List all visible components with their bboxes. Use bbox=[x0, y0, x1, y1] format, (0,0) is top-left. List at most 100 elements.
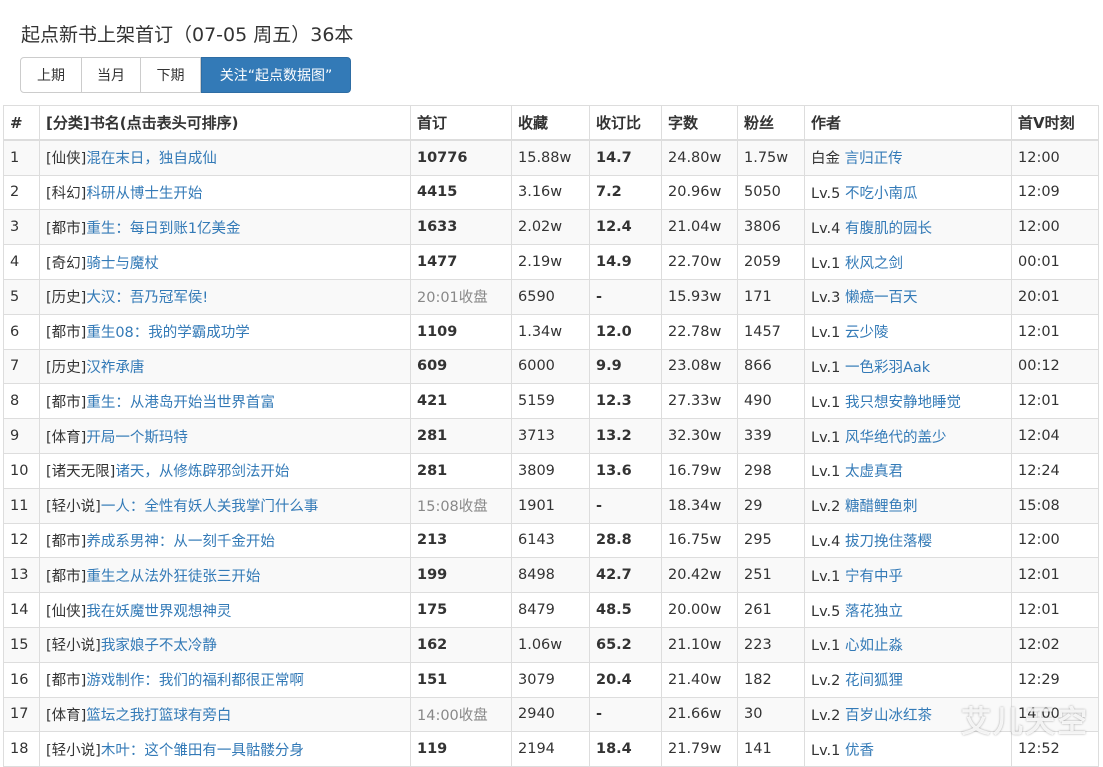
book-category: [体育] bbox=[46, 429, 87, 446]
fans-value: 298 bbox=[737, 452, 805, 489]
author-link[interactable]: 糖醋鲤鱼刺 bbox=[845, 499, 918, 515]
word-count-value: 27.33w bbox=[661, 383, 738, 420]
book-title-link[interactable]: 游戏制作：我们的福利都很正常啊 bbox=[86, 673, 304, 689]
table-row: 8 [都市]重生：从港岛开始当世界首富 421 5159 12.3 27.33w 490 Lv… bbox=[3, 383, 1099, 420]
book-title-link[interactable]: 重生08：我的学霸成功学 bbox=[86, 325, 249, 341]
next-period-button[interactable]: 下期 bbox=[140, 57, 201, 93]
table-header-col-words[interactable]: 字数 bbox=[661, 105, 738, 142]
author-link[interactable]: 一色彩羽Aak bbox=[845, 360, 930, 376]
first-sub-value: 119 bbox=[410, 731, 512, 767]
favorites-value: 1901 bbox=[511, 487, 590, 524]
book-title-link[interactable]: 诸天，从修炼辟邪剑法开始 bbox=[115, 464, 289, 480]
table-row: 11 [轻小说]一人：全性有妖人关我掌门什么事 15:08收盘 1901-18.34w… bbox=[3, 487, 1099, 524]
author-link[interactable]: 我只想安静地睡觉 bbox=[845, 395, 961, 411]
first-vip-time-value: 12:09 bbox=[1011, 174, 1099, 211]
row-number: 16 bbox=[3, 661, 40, 698]
first-sub-value: 4415 bbox=[410, 174, 512, 211]
first-vip-time-value: 00:01 bbox=[1011, 244, 1099, 280]
book-cell: [历史]汉祚承唐 bbox=[39, 348, 411, 385]
table-header-col-author[interactable]: 作者 bbox=[804, 105, 1012, 142]
follow-button[interactable]: 关注“起点数据图” bbox=[201, 57, 351, 93]
table-header-col-ratio[interactable]: 收订比 bbox=[589, 105, 662, 142]
author-link[interactable]: 拔刀挽住落樱 bbox=[845, 534, 932, 550]
author-link[interactable]: 心如止淼 bbox=[845, 638, 903, 654]
book-title-link[interactable]: 篮坛之我打篮球有旁白 bbox=[86, 708, 231, 724]
book-title-link[interactable]: 一人：全性有妖人关我掌门什么事 bbox=[101, 499, 319, 515]
author-level: Lv.3 bbox=[811, 290, 841, 307]
book-title-link[interactable]: 我在妖魔世界观想神灵 bbox=[86, 604, 231, 620]
book-title-link[interactable]: 开局一个斯玛特 bbox=[86, 430, 188, 446]
word-count-value: 20.96w bbox=[661, 174, 738, 211]
ratio-value: 42.7 bbox=[589, 557, 662, 594]
book-title-link[interactable]: 汉祚承唐 bbox=[86, 360, 144, 376]
table-header-col-title[interactable]: [分类]书名(点击表头可排序) bbox=[39, 105, 411, 142]
book-title-link[interactable]: 木叶：这个雏田有一具骷髅分身 bbox=[101, 743, 304, 759]
word-count-value: 18.34w bbox=[661, 487, 738, 524]
prev-period-button[interactable]: 上期 bbox=[20, 57, 82, 93]
book-category: [轻小说] bbox=[46, 638, 101, 655]
author-cell: Lv.1 我只想安静地睡觉 bbox=[804, 383, 1012, 420]
fans-value: 251 bbox=[737, 557, 805, 594]
row-number: 13 bbox=[3, 557, 40, 594]
book-title-link[interactable]: 混在末日，独自成仙 bbox=[86, 151, 217, 167]
favorites-value: 6143 bbox=[511, 522, 590, 559]
author-link[interactable]: 落花独立 bbox=[845, 604, 903, 620]
book-category: [历史] bbox=[46, 359, 87, 376]
author-link[interactable]: 宁有中乎 bbox=[845, 569, 903, 585]
book-title-link[interactable]: 重生：从港岛开始当世界首富 bbox=[86, 395, 275, 411]
row-number: 6 bbox=[3, 313, 40, 350]
author-link[interactable]: 百岁山冰红茶 bbox=[845, 708, 932, 724]
first-vip-time-value: 15:08 bbox=[1011, 487, 1099, 524]
author-cell: Lv.5 不吃小南瓜 bbox=[804, 174, 1012, 211]
row-number: 5 bbox=[3, 278, 40, 315]
table-header-col-first-vip-time[interactable]: 首V时刻 bbox=[1011, 105, 1099, 142]
book-title-link[interactable]: 养成系男神：从一刻千金开始 bbox=[86, 534, 275, 550]
table-header-col-number[interactable]: # bbox=[3, 105, 40, 142]
row-number: 2 bbox=[3, 174, 40, 211]
book-title-link[interactable]: 骑士与魔杖 bbox=[86, 256, 159, 272]
word-count-value: 32.30w bbox=[661, 418, 738, 454]
current-month-button[interactable]: 当月 bbox=[81, 57, 141, 93]
author-link[interactable]: 花间狐狸 bbox=[845, 673, 903, 689]
author-link[interactable]: 懒癌一百天 bbox=[845, 290, 918, 306]
table-row: 7 [历史]汉祚承唐 609 6000 9.9 23.08w 866 Lv.1 一色彩羽Aak… bbox=[3, 348, 1099, 385]
author-link[interactable]: 风华绝代的盖少 bbox=[845, 430, 947, 446]
book-title-link[interactable]: 重生：每日到账1亿美金 bbox=[86, 221, 240, 237]
book-cell: [都市]重生之从法外狂徒张三开始 bbox=[39, 557, 411, 594]
table-header-col-fans[interactable]: 粉丝 bbox=[737, 105, 805, 142]
book-category: [科幻] bbox=[46, 185, 87, 202]
ratio-value: 9.9 bbox=[589, 348, 662, 385]
book-category: [都市] bbox=[46, 568, 87, 585]
book-title-link[interactable]: 大汉：吾乃冠军侯! bbox=[86, 290, 208, 306]
favorites-value: 2.02w bbox=[511, 209, 590, 246]
book-title-link[interactable]: 重生之从法外狂徒张三开始 bbox=[86, 569, 260, 585]
table-header-col-first-sub[interactable]: 首订 bbox=[410, 105, 512, 142]
author-level: Lv.2 bbox=[811, 673, 841, 690]
author-link[interactable]: 优香 bbox=[845, 743, 874, 759]
fans-value: 490 bbox=[737, 383, 805, 420]
fans-value: 182 bbox=[737, 661, 805, 698]
first-sub-value: 162 bbox=[410, 626, 512, 663]
book-cell: [奇幻]骑士与魔杖 bbox=[39, 244, 411, 280]
book-title-link[interactable]: 我家娘子不太冷静 bbox=[101, 638, 217, 654]
ratio-value: - bbox=[589, 487, 662, 524]
row-number: 8 bbox=[3, 383, 40, 420]
author-cell: Lv.1 风华绝代的盖少 bbox=[804, 418, 1012, 454]
row-number: 14 bbox=[3, 592, 40, 628]
fans-value: 295 bbox=[737, 522, 805, 559]
first-sub-value: 10776 bbox=[410, 139, 512, 176]
author-link[interactable]: 秋风之剑 bbox=[845, 256, 903, 272]
ratio-value: 12.0 bbox=[589, 313, 662, 350]
book-cell: [都市]重生：每日到账1亿美金 bbox=[39, 209, 411, 246]
author-link[interactable]: 有腹肌的园长 bbox=[845, 221, 932, 237]
table-header-col-favorites[interactable]: 收藏 bbox=[511, 105, 590, 142]
author-link[interactable]: 不吃小南瓜 bbox=[845, 186, 918, 202]
table-row: 1 [仙侠]混在末日，独自成仙 10776 15.88w 14.7 24.80w 1.75w… bbox=[3, 139, 1099, 176]
author-link[interactable]: 言归正传 bbox=[845, 151, 903, 167]
author-link[interactable]: 太虚真君 bbox=[845, 464, 903, 480]
table-row: 6 [都市]重生08：我的学霸成功学 1109 1.34w 12.0 22.78w 1457… bbox=[3, 313, 1099, 350]
book-title-link[interactable]: 科研从博士生开始 bbox=[86, 186, 202, 202]
author-level: Lv.2 bbox=[811, 707, 841, 724]
first-sub-value: 175 bbox=[410, 592, 512, 628]
author-link[interactable]: 云少陵 bbox=[845, 325, 889, 341]
